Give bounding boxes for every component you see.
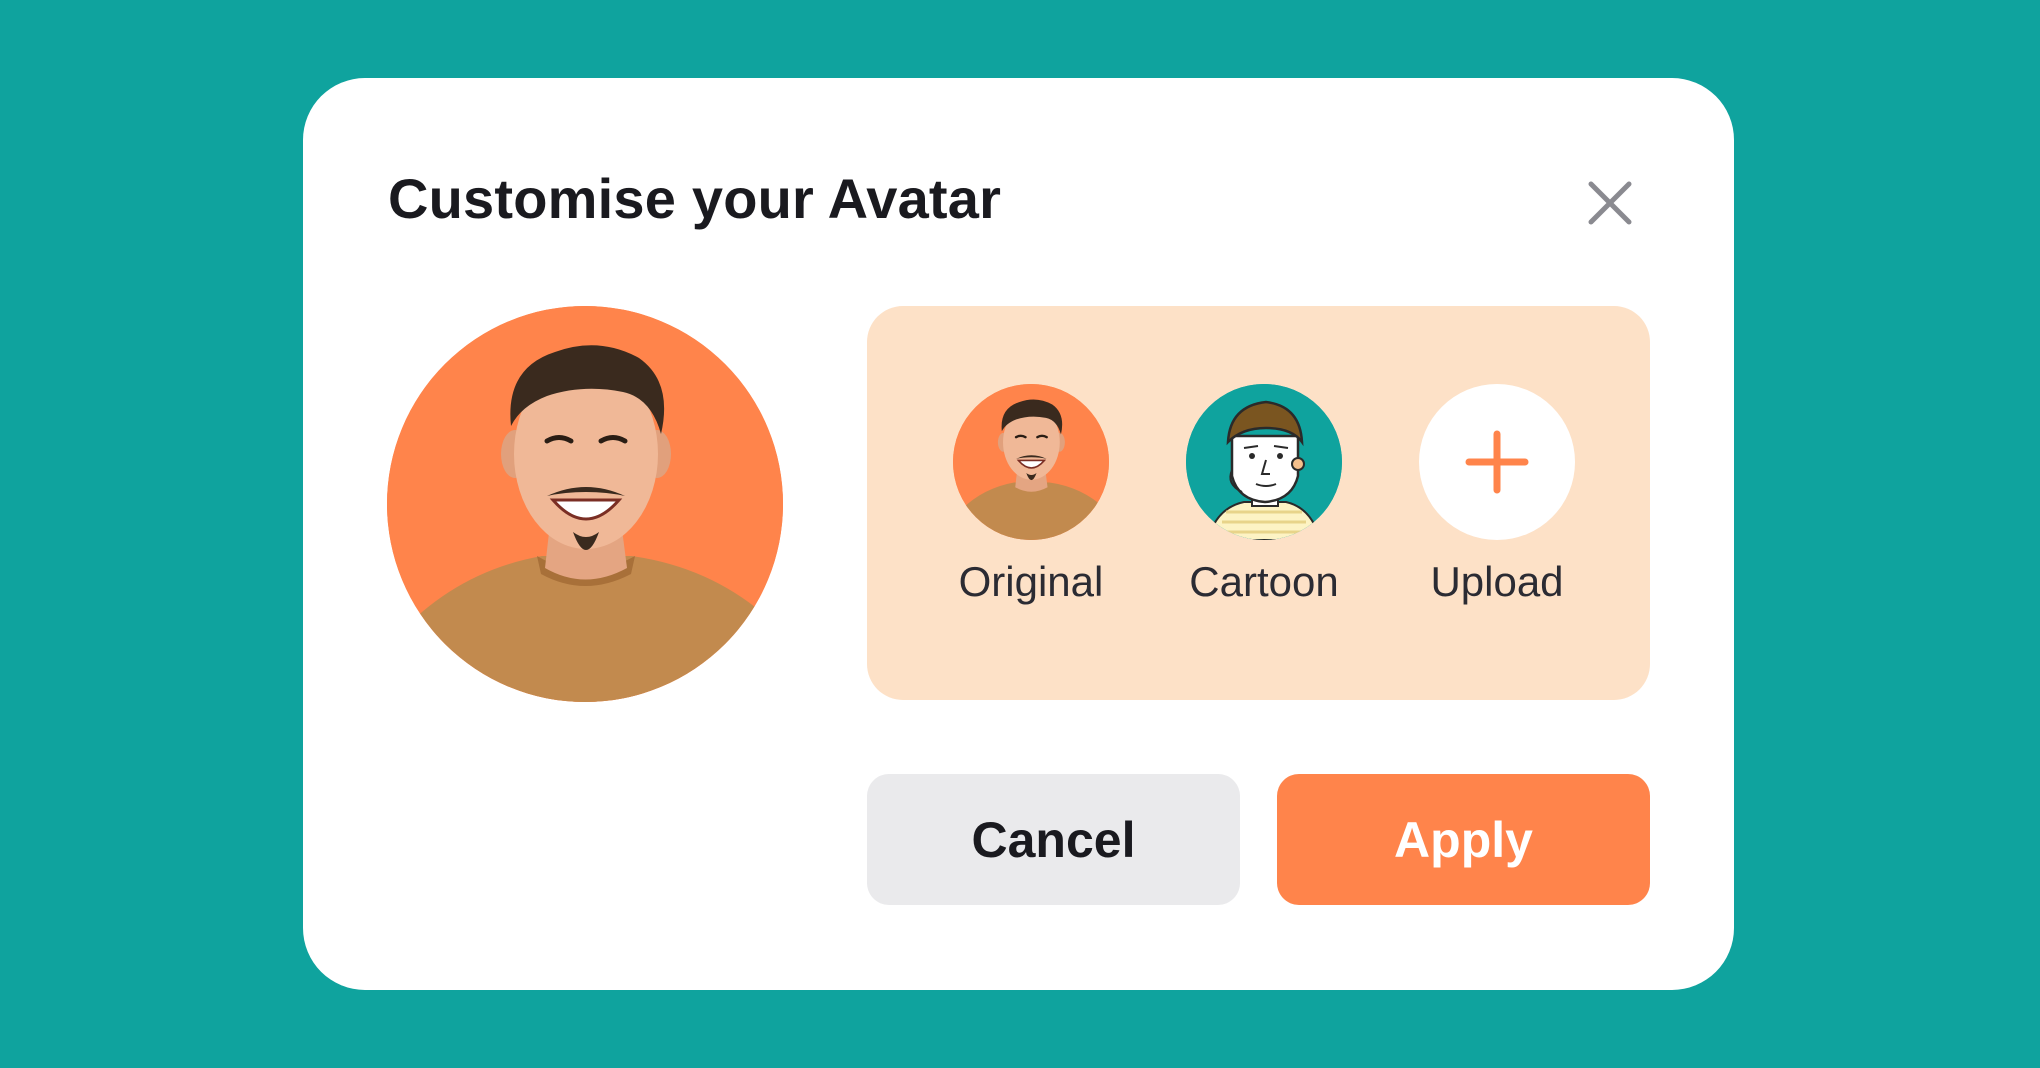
close-icon <box>1588 181 1632 225</box>
option-original[interactable]: Original <box>921 384 1141 624</box>
close-button[interactable] <box>1585 178 1635 228</box>
option-original-label: Original <box>958 558 1104 605</box>
option-cartoon[interactable]: Cartoon <box>1154 384 1374 624</box>
cancel-button[interactable]: Cancel <box>867 774 1240 905</box>
original-thumbnail <box>953 384 1109 540</box>
cartoon-thumbnail <box>1186 384 1342 540</box>
upload-thumbnail <box>1419 384 1575 540</box>
option-upload[interactable]: Upload <box>1387 384 1607 624</box>
avatar-preview <box>387 306 783 702</box>
avatar-options-panel: Original Cartoon Upload <box>867 306 1650 700</box>
option-upload-label: Upload <box>1430 558 1564 605</box>
dialog-title: Customise your Avatar <box>388 167 1002 230</box>
apply-button[interactable]: Apply <box>1277 774 1650 905</box>
avatar-dialog: Customise your Avatar Original Cartoon U… <box>303 78 1734 990</box>
plus-icon <box>1465 430 1529 494</box>
cartoon-man-illustration <box>1186 384 1342 540</box>
option-cartoon-label: Cartoon <box>1189 558 1339 605</box>
smiling-man-photo <box>953 384 1109 540</box>
smiling-man-photo <box>387 306 783 702</box>
